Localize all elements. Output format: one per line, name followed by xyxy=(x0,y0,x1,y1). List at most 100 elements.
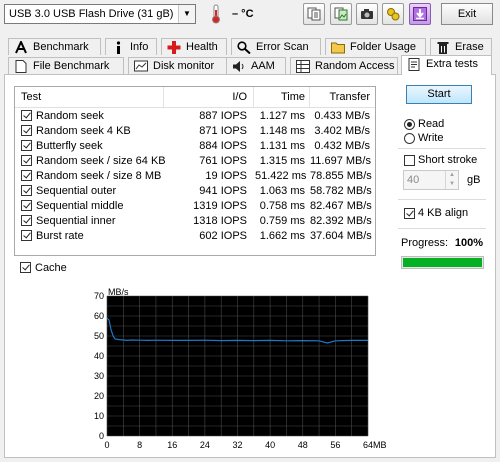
row-checkbox[interactable] xyxy=(21,155,32,166)
io-value: 884 IOPS xyxy=(199,140,247,152)
tab-label: Info xyxy=(130,41,149,53)
table-row[interactable]: Random seek / size 8 MB 19 IOPS 51.422 m… xyxy=(15,169,375,184)
chevron-down-icon[interactable]: ▼ xyxy=(178,5,195,23)
divider xyxy=(398,199,486,200)
time-value: 1.131 ms xyxy=(259,140,305,152)
spin-up-icon[interactable]: ▲ xyxy=(445,171,458,180)
tab-health[interactable]: Health xyxy=(161,38,227,55)
save-button[interactable] xyxy=(409,3,431,25)
tab-info[interactable]: Info xyxy=(105,38,157,55)
health-cross-icon xyxy=(167,41,181,54)
tab-disk-monitor[interactable]: Disk monitor xyxy=(128,57,236,74)
cache-checkbox[interactable] xyxy=(20,262,31,273)
y-tick-label: 20 xyxy=(94,391,104,401)
table-row[interactable]: Burst rate 602 IOPS 1.662 ms 37.604 MB/s xyxy=(15,229,375,244)
row-checkbox[interactable] xyxy=(21,215,32,226)
trash-icon xyxy=(437,42,449,54)
io-value: 602 IOPS xyxy=(199,230,247,242)
progress-fill xyxy=(403,258,482,267)
read-radio[interactable] xyxy=(404,119,415,130)
exit-button[interactable]: Exit xyxy=(441,3,493,25)
short-stroke-checkbox[interactable] xyxy=(404,155,415,166)
y-tick-label: 30 xyxy=(94,371,104,381)
tab-error-scan[interactable]: Error Scan xyxy=(231,38,321,55)
divider xyxy=(398,228,486,229)
table-row[interactable]: Random seek / size 64 KB 761 IOPS 1.315 … xyxy=(15,154,375,169)
x-tick-label: 64MB xyxy=(363,440,387,450)
row-checkbox[interactable] xyxy=(21,170,32,181)
size-unit-label: gB xyxy=(467,174,481,186)
col-header-time[interactable]: Time xyxy=(255,91,305,103)
test-name: Burst rate xyxy=(36,230,84,242)
row-checkbox[interactable] xyxy=(21,140,32,151)
time-value: 1.315 ms xyxy=(259,155,305,167)
row-checkbox[interactable] xyxy=(21,125,32,136)
benchmark-icon xyxy=(15,41,27,54)
copy-text-button[interactable] xyxy=(303,3,325,25)
camera-icon xyxy=(361,9,373,19)
transfer-value: 78.855 MB/s xyxy=(310,170,372,182)
copy-bitmap-icon xyxy=(334,7,348,21)
col-header-io[interactable]: I/O xyxy=(165,91,247,103)
options-button[interactable] xyxy=(382,3,404,25)
align-4kb-label: 4 KB align xyxy=(418,207,469,219)
table-row[interactable]: Sequential outer 941 IOPS 1.063 ms 58.78… xyxy=(15,184,375,199)
row-checkbox[interactable] xyxy=(21,185,32,196)
row-checkbox[interactable] xyxy=(21,200,32,211)
y-tick-label: 40 xyxy=(94,351,104,361)
test-name: Random seek / size 8 MB xyxy=(36,170,162,182)
start-button[interactable]: Start xyxy=(406,85,472,104)
tab-row-2: File Benchmark Disk monitor AAM Random A… xyxy=(4,55,496,75)
row-checkbox[interactable] xyxy=(21,110,32,121)
table-row[interactable]: Sequential middle 1319 IOPS 0.758 ms 82.… xyxy=(15,199,375,214)
transfer-value: 82.392 MB/s xyxy=(310,215,372,227)
column-divider xyxy=(163,87,164,107)
tab-random-access[interactable]: Random Access xyxy=(290,57,398,74)
tab-label: Disk monitor xyxy=(153,60,215,72)
column-divider xyxy=(253,87,254,107)
spin-down-icon[interactable]: ▼ xyxy=(445,180,458,189)
extra-tests-icon xyxy=(408,58,420,71)
tab-label: AAM xyxy=(251,60,275,72)
tab-label: Random Access xyxy=(315,60,395,72)
drive-select[interactable]: USB 3.0 USB Flash Drive (31 gB) ▼ xyxy=(4,4,196,24)
time-value: 0.759 ms xyxy=(259,215,305,227)
align-4kb-checkbox[interactable] xyxy=(404,208,415,219)
tab-label: File Benchmark xyxy=(33,60,110,72)
screenshot-button[interactable] xyxy=(356,3,378,25)
tab-label: Erase xyxy=(455,41,484,53)
table-row[interactable]: Random seek 887 IOPS 1.127 ms 0.433 MB/s xyxy=(15,109,375,124)
tab-extra-tests[interactable]: Extra tests xyxy=(401,55,492,75)
short-stroke-spinner[interactable]: 40 ▲ ▼ xyxy=(403,170,459,190)
tab-erase[interactable]: Erase xyxy=(430,38,492,55)
short-stroke-label: Short stroke xyxy=(418,154,478,166)
table-row[interactable]: Sequential inner 1318 IOPS 0.759 ms 82.3… xyxy=(15,214,375,229)
file-icon xyxy=(15,60,27,73)
progress-value: 100% xyxy=(454,237,483,249)
tab-benchmark[interactable]: Benchmark xyxy=(8,38,101,55)
transfer-rate-graph: 70 60 50 40 30 20 10 00 8 16 24 32 40 48 56 64MB MB/s xyxy=(94,287,387,450)
toolbar: USB 3.0 USB Flash Drive (31 gB) ▼ – °C E… xyxy=(0,0,500,30)
divider xyxy=(398,148,486,149)
x-tick-label: 24 xyxy=(200,440,210,450)
test-name: Random seek xyxy=(36,110,104,122)
x-tick-label: 8 xyxy=(137,440,142,450)
time-value: 1.063 ms xyxy=(259,185,305,197)
time-value: 51.422 ms xyxy=(255,170,307,182)
progress-label: Progress: xyxy=(401,237,449,249)
tab-folder-usage[interactable]: Folder Usage xyxy=(325,38,426,55)
options-icon xyxy=(387,8,400,21)
write-radio[interactable] xyxy=(404,133,415,144)
x-tick-label: 40 xyxy=(265,440,275,450)
io-value: 1319 IOPS xyxy=(193,200,247,212)
col-header-transfer[interactable]: Transfer xyxy=(310,91,370,103)
tab-file-benchmark[interactable]: File Benchmark xyxy=(8,57,124,74)
row-checkbox[interactable] xyxy=(21,230,32,241)
table-row[interactable]: Butterfly seek 884 IOPS 1.131 ms 0.432 M… xyxy=(15,139,375,154)
time-value: 1.662 ms xyxy=(259,230,305,242)
copy-bitmap-button[interactable] xyxy=(330,3,352,25)
table-row[interactable]: Random seek 4 KB 871 IOPS 1.148 ms 3.402… xyxy=(15,124,375,139)
col-header-test[interactable]: Test xyxy=(21,91,41,103)
x-tick-label: 48 xyxy=(298,440,308,450)
tab-aam[interactable]: AAM xyxy=(226,57,286,74)
